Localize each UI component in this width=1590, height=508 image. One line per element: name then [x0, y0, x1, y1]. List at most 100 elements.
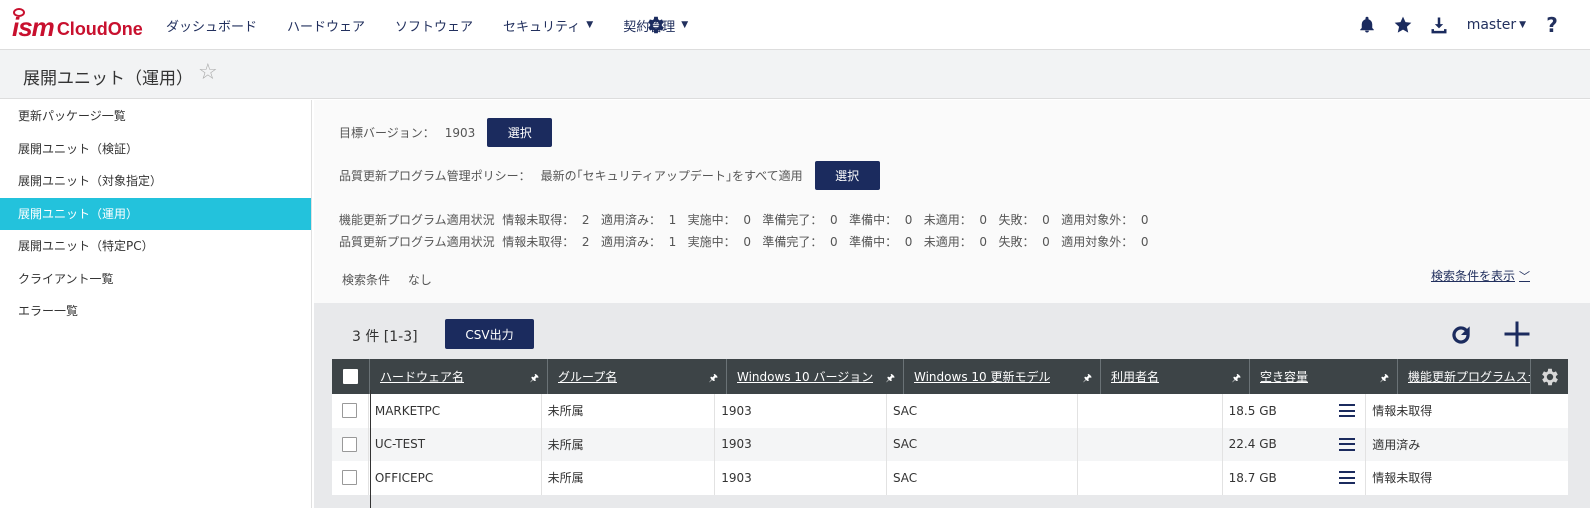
col-free-space[interactable]: 空き容量 🖈 [1250, 359, 1398, 394]
nav-dashboard[interactable]: ダッシュボード [166, 16, 257, 35]
quality-update-status: 品質更新プログラム適用状況 情報未取得： 2 適用済み： 1 実施中： 0 準備… [339, 235, 1149, 249]
free-space-value: 18.7 GB [1228, 470, 1277, 485]
sidebar-item-unit-specific-pc[interactable]: 展開ユニット（特定PC） [0, 230, 311, 263]
caret-down-icon: ▼ [586, 20, 594, 30]
cell-group-name: 未所属 [542, 427, 716, 461]
nav-software[interactable]: ソフトウェア [395, 16, 473, 35]
table-header: ハードウェア名 🖈 グループ名 🖈 Windows 10 バージョン 🖈 Window… [332, 359, 1568, 394]
row-checkbox-cell [332, 427, 369, 461]
target-version-label: 目標バージョン： [339, 126, 435, 140]
sidebar-item-unit-operation[interactable]: 展開ユニット（運用） [0, 197, 311, 230]
nav-label: ハードウェア [287, 19, 366, 35]
star-icon [1394, 16, 1412, 33]
nav-label: ソフトウェア [395, 19, 474, 35]
cell-hardware-name: OFFICEPC [369, 461, 542, 495]
table-row[interactable]: OFFICEPC 未所属 1903 SAC 18.7 GB 情報未取得 [332, 461, 1568, 495]
sidebar-item-label: エラー一覧 [18, 304, 79, 318]
cell-hardware-name: MARKETPC [369, 394, 542, 428]
col-win10-version[interactable]: Windows 10 バージョン 🖈 [727, 359, 904, 394]
gear-icon [1541, 368, 1558, 385]
cell-win10-version: 1903 [715, 394, 887, 428]
row-checkbox-cell [332, 461, 369, 495]
help-button[interactable]: ? [1542, 13, 1562, 37]
refresh-icon[interactable] [1448, 322, 1474, 348]
show-search-conditions-link[interactable]: 検索条件を表示 ﹀ [1431, 267, 1530, 284]
column-label: 機能更新プログラムステータス [1408, 370, 1546, 384]
pin-icon[interactable]: 🖈 [709, 371, 718, 388]
pin-icon[interactable]: 🖈 [530, 371, 539, 388]
row-checkbox[interactable] [342, 436, 358, 452]
top-header: ism CloudOne ダッシュボード ハードウェア ソフトウェア セキュリテ… [0, 0, 1590, 50]
sidebar-item-update-packages[interactable]: 更新パッケージ一覧 [0, 100, 311, 133]
logo[interactable]: ism CloudOne [12, 8, 143, 40]
main-nav: ダッシュボード ハードウェア ソフトウェア セキュリティ▼ 契約管理▼ [166, 0, 718, 50]
cell-user-name [1078, 394, 1223, 428]
pin-icon[interactable]: 🖈 [1380, 371, 1389, 388]
device-table: ハードウェア名 🖈 グループ名 🖈 Windows 10 バージョン 🖈 Window… [332, 359, 1568, 495]
user-name: master [1466, 17, 1517, 33]
nav-hardware[interactable]: ハードウェア [287, 16, 365, 35]
cell-hardware-name: UC-TEST [369, 427, 542, 461]
cell-group-name: 未所属 [542, 461, 716, 495]
menu-icon[interactable] [1339, 471, 1356, 484]
page-title: 展開ユニット（運用） [23, 69, 193, 89]
pin-icon[interactable]: 🖈 [1232, 371, 1241, 388]
pin-icon[interactable]: 🖈 [886, 371, 895, 388]
search-condition: 検索条件 なし [342, 271, 432, 288]
header-tools: master ▼ ? [1349, 0, 1590, 50]
table-row[interactable]: MARKETPC 未所属 1903 SAC 18.5 GB 情報未取得 [332, 394, 1568, 428]
notification-button[interactable] [1349, 0, 1385, 50]
sidebar-item-label: 展開ユニット（検証） [18, 141, 139, 156]
info-panel: 目標バージョン： 1903 選択 品質更新プログラム管理ポリシー： 最新の｢セキ… [314, 100, 1590, 303]
sidebar: 更新パッケージ一覧 展開ユニット（検証） 展開ユニット（対象指定） 展開ユニット… [0, 100, 312, 508]
column-label: 空き容量 [1260, 370, 1309, 384]
pin-icon[interactable]: 🖈 [1083, 371, 1092, 388]
favorites-button[interactable] [1385, 0, 1421, 50]
gear-icon[interactable] [645, 14, 667, 36]
user-menu[interactable]: master ▼ [1467, 17, 1526, 33]
col-hardware-name[interactable]: ハードウェア名 🖈 [370, 359, 548, 394]
sidebar-item-unit-targeted[interactable]: 展開ユニット（対象指定） [0, 165, 311, 198]
title-bar: 展開ユニット（運用） ☆ [0, 50, 1590, 99]
search-condition-label: 検索条件 [342, 273, 391, 287]
caret-down-icon: ▼ [1519, 20, 1526, 30]
table-row[interactable]: UC-TEST 未所属 1903 SAC 22.4 GB 適用済み [332, 427, 1568, 461]
policy-value: 最新の｢セキュリティアップデート｣をすべて適用 [540, 169, 803, 183]
search-condition-value: なし [407, 273, 432, 287]
column-label: 利用者名 [1111, 370, 1160, 384]
favorite-star-icon[interactable]: ☆ [198, 60, 218, 85]
cell-free-space: 18.7 GB [1223, 461, 1367, 495]
cell-user-name [1078, 427, 1223, 461]
col-user-name[interactable]: 利用者名 🖈 [1101, 359, 1250, 394]
cell-win10-update-model: SAC [887, 394, 1079, 428]
bell-icon [1359, 16, 1374, 33]
col-group-name[interactable]: グループ名 🖈 [548, 359, 727, 394]
sidebar-item-unit-verification[interactable]: 展開ユニット（検証） [0, 133, 311, 166]
row-checkbox[interactable] [342, 470, 358, 486]
sidebar-item-errors[interactable]: エラー一覧 [0, 295, 311, 328]
column-label: ハードウェア名 [380, 370, 465, 384]
row-checkbox[interactable] [342, 403, 358, 419]
menu-icon[interactable] [1339, 437, 1356, 451]
select-version-button[interactable]: 選択 [487, 118, 553, 147]
sidebar-item-clients[interactable]: クライアント一覧 [0, 263, 311, 296]
select-policy-button[interactable]: 選択 [814, 161, 880, 190]
nav-security[interactable]: セキュリティ ▼ [503, 16, 593, 35]
column-settings-button[interactable] [1530, 359, 1568, 394]
select-all-checkbox[interactable] [343, 369, 358, 384]
cell-win10-version: 1903 [715, 461, 887, 495]
cell-group-name: 未所属 [542, 394, 716, 428]
sidebar-item-label: 展開ユニット（運用） [18, 206, 139, 221]
free-space-value: 22.4 GB [1228, 437, 1277, 452]
cell-feature-update-status: 情報未取得 [1372, 404, 1433, 419]
free-space-value: 18.5 GB [1228, 403, 1277, 418]
column-label: グループ名 [558, 370, 618, 384]
download-button[interactable] [1421, 0, 1457, 50]
policy-row: 品質更新プログラム管理ポリシー： 最新の｢セキュリティアップデート｣をすべて適用… [339, 161, 880, 190]
download-icon [1431, 17, 1447, 34]
col-win10-update-model[interactable]: Windows 10 更新モデル 🖈 [904, 359, 1101, 394]
plus-icon[interactable] [1502, 319, 1532, 349]
menu-icon[interactable] [1339, 404, 1356, 417]
nav-label: セキュリティ [503, 19, 581, 35]
csv-export-button[interactable]: CSV出力 [445, 319, 534, 349]
